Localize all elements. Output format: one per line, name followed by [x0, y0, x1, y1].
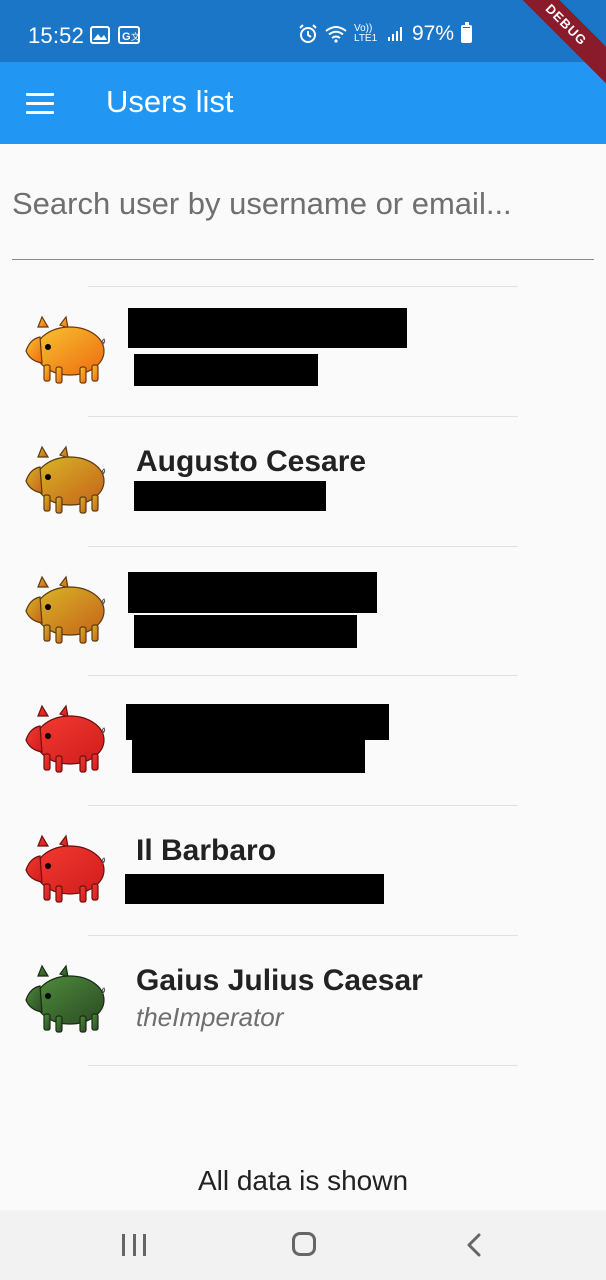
- hamburger-menu-icon[interactable]: [16, 79, 64, 127]
- page-title: Users list: [106, 84, 234, 119]
- user-name: Il Barbaro: [136, 834, 277, 867]
- search-input[interactable]: [12, 172, 594, 222]
- redacted-username: [134, 481, 326, 511]
- pig-avatar-icon: [25, 965, 106, 1033]
- home-icon[interactable]: [292, 1232, 316, 1256]
- search-field[interactable]: [12, 172, 594, 260]
- list-item[interactable]: Gaius Julius Caesar theImperator: [0, 936, 606, 1065]
- wifi-icon: [325, 26, 347, 43]
- translate-icon: G文: [118, 26, 140, 44]
- status-time: 15:52: [28, 23, 85, 48]
- redacted-username: [125, 874, 384, 904]
- list-divider: [88, 1065, 518, 1066]
- redacted-name: [128, 572, 377, 613]
- user-name: Augusto Cesare: [136, 445, 367, 478]
- pig-avatar-icon: [25, 446, 106, 514]
- svg-text:G: G: [122, 31, 131, 43]
- app-bar: Users list: [0, 62, 606, 144]
- list-item[interactable]: [0, 676, 606, 805]
- gallery-icon: [90, 26, 110, 44]
- list-item[interactable]: [0, 547, 606, 676]
- recents-icon[interactable]: [122, 1234, 146, 1256]
- list-item[interactable]: [0, 287, 606, 416]
- redacted-username: [134, 615, 357, 648]
- all-data-shown-label: All data is shown: [197, 1165, 409, 1196]
- redacted-username: [134, 354, 318, 386]
- battery-percent: 97%: [412, 22, 455, 45]
- status-bar: 15:52 G文 Vo)) LTE1 97% DEBUG: [0, 0, 606, 91]
- signal-icon: [388, 27, 402, 41]
- list-item[interactable]: Il Barbaro: [0, 806, 606, 935]
- pig-avatar-icon: [25, 835, 106, 903]
- redacted-username: [132, 734, 365, 773]
- alarm-icon: [299, 24, 317, 43]
- user-name: Gaius Julius Caesar: [136, 964, 423, 997]
- redacted-name: [128, 308, 407, 348]
- pig-avatar-icon: [25, 316, 106, 384]
- back-icon[interactable]: [462, 1232, 488, 1258]
- list-item[interactable]: Augusto Cesare: [0, 417, 606, 546]
- user-username: theImperator: [136, 1002, 284, 1032]
- pig-avatar-icon: [25, 705, 106, 773]
- battery-icon: [461, 22, 473, 43]
- system-nav-bar: [0, 1210, 606, 1280]
- pig-avatar-icon: [25, 576, 106, 644]
- svg-text:文: 文: [131, 31, 140, 42]
- network-label: Vo)) LTE1: [354, 23, 378, 44]
